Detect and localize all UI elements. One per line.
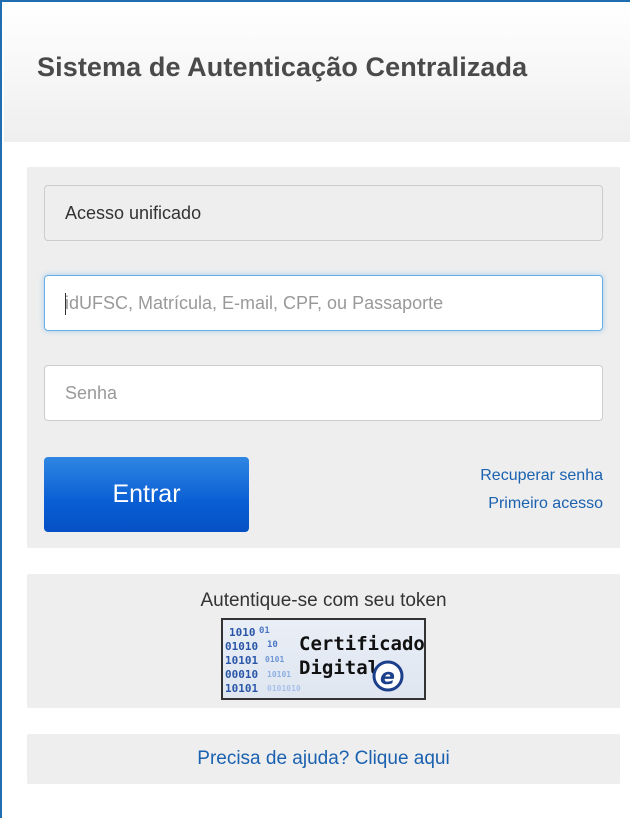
badge-line1: Certificado xyxy=(299,633,424,655)
recover-password-link[interactable]: Recuperar senha xyxy=(480,462,603,490)
login-page-frame: Sistema de Autenticação Centralizada Ace… xyxy=(0,0,630,818)
token-label: Autentique-se com seu token xyxy=(200,590,447,611)
submit-button[interactable]: Entrar xyxy=(44,457,249,532)
svg-text:1010: 1010 xyxy=(229,626,256,639)
token-panel: Autentique-se com seu token 1010 01 0101… xyxy=(27,574,620,708)
svg-text:01: 01 xyxy=(259,626,270,636)
svg-text:10: 10 xyxy=(267,640,278,650)
password-input[interactable] xyxy=(44,365,603,421)
first-access-link[interactable]: Primeiro acesso xyxy=(480,490,603,518)
access-type-field[interactable]: Acesso unificado xyxy=(44,185,603,241)
svg-text:10101: 10101 xyxy=(225,654,258,667)
svg-text:0101010: 0101010 xyxy=(267,684,301,693)
digital-certificate-button[interactable]: 1010 01 01010 10 10101 0101 00010 10101 … xyxy=(221,618,426,700)
svg-text:10101: 10101 xyxy=(267,670,291,679)
text-caret xyxy=(65,293,66,315)
login-panel: Acesso unificado Entrar Recuperar senha … xyxy=(27,167,620,548)
svg-text:10101: 10101 xyxy=(225,682,258,695)
page-title: Sistema de Autenticação Centralizada xyxy=(37,52,528,82)
svg-text:00010: 00010 xyxy=(225,668,258,681)
svg-text:01010: 01010 xyxy=(225,640,258,653)
username-input[interactable] xyxy=(44,275,603,331)
badge-mark: e xyxy=(380,665,395,690)
help-link[interactable]: Precisa de ajuda? Clique aqui xyxy=(197,748,449,770)
account-links: Recuperar senha Primeiro acesso xyxy=(480,462,603,518)
svg-text:0101: 0101 xyxy=(265,655,284,664)
badge-line2: Digital xyxy=(299,657,379,679)
certificate-icon: 1010 01 01010 10 10101 0101 00010 10101 … xyxy=(225,626,424,695)
help-bar: Precisa de ajuda? Clique aqui xyxy=(27,734,620,784)
header: Sistema de Autenticação Centralizada xyxy=(4,4,630,142)
